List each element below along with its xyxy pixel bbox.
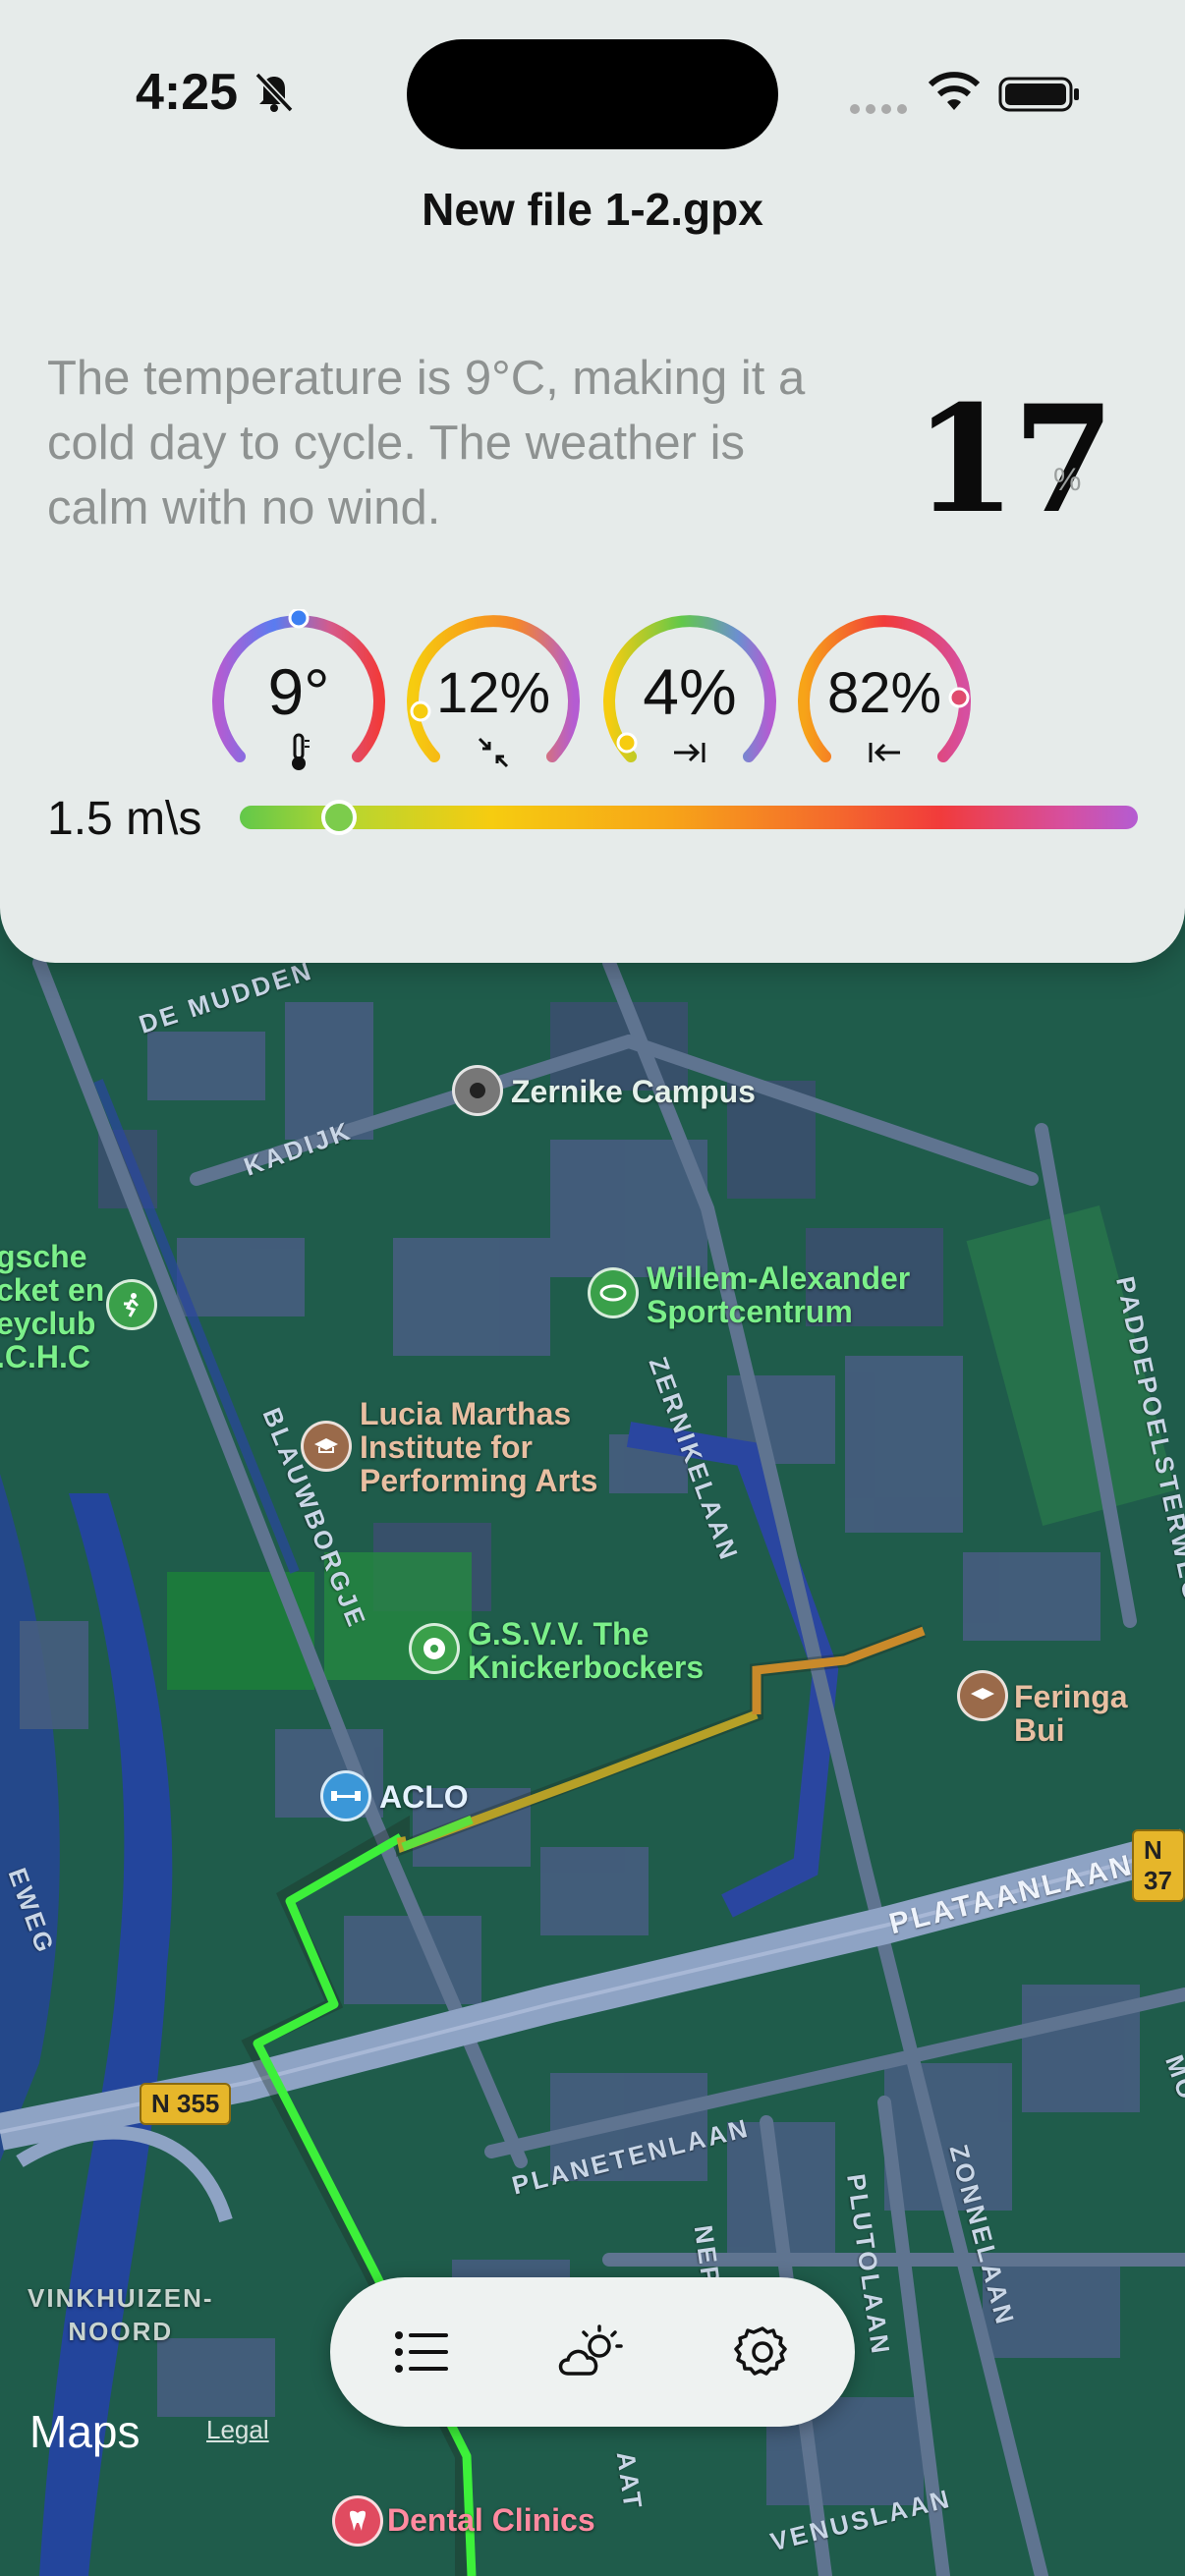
temperature-gauge[interactable]: 9° bbox=[210, 609, 387, 786]
thermometer-icon bbox=[279, 733, 318, 772]
bell-slash-icon bbox=[252, 69, 297, 114]
dumbbell-icon[interactable] bbox=[320, 1770, 371, 1821]
humidity-gauge[interactable]: 12% bbox=[405, 609, 582, 786]
score-unit: % bbox=[1053, 462, 1082, 497]
weather-icon bbox=[558, 2324, 623, 2376]
settings-button[interactable] bbox=[723, 2313, 802, 2391]
graduation-cap-icon[interactable] bbox=[301, 1421, 352, 1472]
settings-icon bbox=[734, 2326, 787, 2376]
maps-label: Maps bbox=[29, 2406, 141, 2457]
tooth-icon[interactable] bbox=[332, 2495, 383, 2547]
place-label[interactable]: G.S.V.V. The Knickerbockers bbox=[468, 1617, 704, 1684]
place-label[interactable]: ACLO bbox=[379, 1780, 469, 1814]
running-icon[interactable] bbox=[106, 1279, 157, 1330]
place-label[interactable]: Dental Clinics bbox=[387, 2503, 595, 2537]
arrow-right-to-bar-icon bbox=[670, 733, 709, 772]
stadium-icon[interactable] bbox=[588, 1267, 639, 1318]
wind-speed-bar[interactable] bbox=[240, 800, 1138, 835]
list-icon bbox=[395, 2331, 448, 2373]
battery-icon bbox=[998, 75, 1081, 114]
wifi-icon bbox=[926, 71, 983, 114]
cellular-signal-icon bbox=[849, 102, 908, 114]
headwind-value: 4% bbox=[643, 655, 737, 728]
graduation-cap-icon[interactable] bbox=[957, 1670, 1008, 1721]
place-label[interactable]: Willem-Alexander Sportcentrum bbox=[647, 1261, 910, 1328]
weather-description: The temperature is 9°C, making it a cold… bbox=[47, 352, 806, 534]
arrows-inward-icon bbox=[474, 733, 513, 772]
area-label: VINKHUIZEN- NOORD bbox=[28, 2283, 214, 2346]
score-value: 17 bbox=[914, 373, 1115, 546]
soccer-ball-icon[interactable] bbox=[409, 1623, 460, 1674]
dynamic-island bbox=[407, 39, 778, 149]
humidity-value: 12% bbox=[435, 661, 551, 725]
wind-speed-knob[interactable] bbox=[320, 800, 357, 835]
weather-button[interactable] bbox=[552, 2313, 631, 2391]
highway-shield: N 355 bbox=[140, 2083, 232, 2125]
highway-shield: N 37 bbox=[1132, 1829, 1185, 1902]
file-title: New file 1-2.gpx bbox=[422, 184, 763, 235]
temperature-value: 9° bbox=[267, 655, 330, 728]
arrow-left-to-bar-icon bbox=[865, 733, 904, 772]
summary-panel: 4:25 New file 1-2.gpx The temperature is… bbox=[0, 0, 1185, 963]
place-label[interactable]: Zernike Campus bbox=[511, 1075, 756, 1108]
tailwind-gauge[interactable]: 82% bbox=[796, 609, 973, 786]
place-label[interactable]: Lucia Marthas Institute for Performing A… bbox=[360, 1397, 597, 1497]
list-button[interactable] bbox=[383, 2313, 462, 2391]
headwind-gauge[interactable]: 4% bbox=[601, 609, 778, 786]
apple-maps-logo: Maps bbox=[29, 2405, 140, 2458]
legal-link[interactable]: Legal bbox=[206, 2415, 269, 2445]
landmark-icon[interactable] bbox=[452, 1065, 503, 1116]
wind-speed-label: 1.5 m\s bbox=[47, 793, 202, 845]
tailwind-value: 82% bbox=[826, 661, 942, 725]
place-label[interactable]: gsche cket en eyclub .C.H.C bbox=[0, 1240, 104, 1373]
status-time: 4:25 bbox=[136, 64, 239, 121]
place-label[interactable]: Feringa Bui bbox=[1014, 1680, 1185, 1747]
bottom-toolbar bbox=[330, 2277, 855, 2427]
